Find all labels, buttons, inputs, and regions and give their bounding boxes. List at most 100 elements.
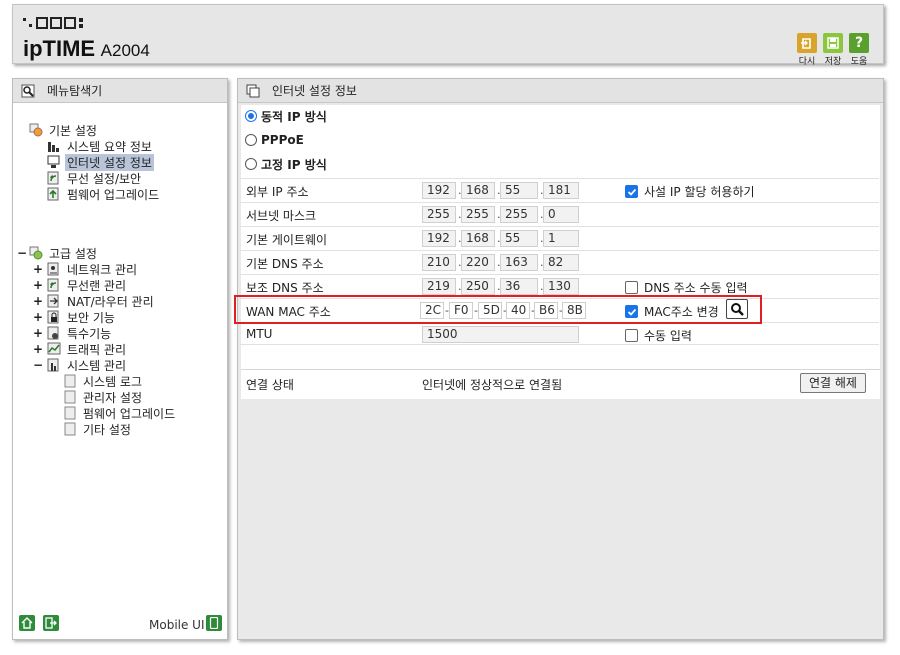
external-ip-octet-3: 55	[500, 182, 538, 199]
row-external-ip: 외부 IP 주소 192 . 168 . 55 . 181 사설 IP 할당 허…	[240, 178, 879, 201]
mac-search-button[interactable]	[726, 299, 748, 319]
gateway-label: 기본 게이트웨이	[246, 233, 328, 247]
radio-pppoe[interactable]	[245, 134, 257, 146]
sidebar-item-label: 무선 설정/보안	[67, 171, 142, 186]
mobile-ui-button[interactable]	[206, 615, 222, 631]
sidebar-item-label: NAT/라우터 관리	[67, 294, 154, 309]
sidebar-item-label: 트래픽 관리	[67, 342, 127, 357]
window-icon	[246, 84, 260, 97]
dns2-octet-4: 130	[543, 278, 579, 295]
checkmark-icon	[627, 188, 636, 196]
subnet-octet-3: 255	[500, 206, 538, 223]
row-primary-dns: 기본 DNS 주소 210 . 220 . 163 . 82	[240, 250, 879, 273]
private-ip-option[interactable]: 사설 IP 할당 허용하기	[625, 183, 755, 200]
private-ip-checkbox[interactable]	[625, 185, 638, 198]
magnifier-icon	[21, 84, 35, 97]
sidebar-item-label: 관리자 설정	[83, 390, 143, 405]
mode-label: 고정 IP 방식	[261, 157, 327, 172]
collapse-icon: −	[17, 246, 28, 260]
sidebar-item-label: 펌웨어 업그레이드	[83, 406, 176, 421]
tree-label-advanced-settings: 고급 설정	[49, 246, 97, 261]
dns1-label: 기본 DNS 주소	[246, 257, 324, 271]
sidebar-item-special-functions[interactable]: + 특수기능	[33, 325, 113, 341]
sidebar-footer: Mobile UI	[13, 611, 227, 639]
folder-gear-icon	[29, 246, 43, 260]
sidebar-item-system-log[interactable]: 시스템 로그	[63, 373, 144, 389]
folder-gear-icon	[29, 123, 43, 137]
undo-icon	[797, 33, 817, 53]
dns-manual-option[interactable]: DNS 주소 수동 입력	[625, 279, 748, 296]
sidebar-item-nat-router[interactable]: + NAT/라우터 관리	[33, 293, 156, 309]
home-button[interactable]	[19, 615, 35, 631]
upgrade-icon	[47, 187, 59, 201]
page-icon	[64, 390, 76, 404]
subnet-octet-1: 255	[422, 206, 456, 223]
mode-label: 동적 IP 방식	[261, 109, 327, 124]
mtu-value: 1500	[422, 326, 579, 343]
sidebar-item-security[interactable]: + 보안 기능	[33, 309, 117, 325]
mode-pppoe[interactable]: PPPoE	[245, 130, 304, 150]
mac-part-3[interactable]: 5D	[478, 302, 502, 319]
mac-part-6[interactable]: 8B	[562, 302, 586, 319]
mtu-manual-option[interactable]: 수동 입력	[625, 327, 692, 344]
mac-part-5[interactable]: B6	[534, 302, 558, 319]
disconnect-button[interactable]: 연결 해제	[800, 373, 866, 393]
radio-static-ip[interactable]	[245, 158, 257, 170]
mac-part-1[interactable]: 2C	[420, 302, 444, 319]
sidebar-item-system-management[interactable]: − 시스템 관리	[33, 357, 128, 373]
internet-settings-panel: 인터넷 설정 정보	[237, 78, 884, 640]
brand-name: ipTIME	[23, 36, 96, 61]
monitor-icon	[47, 155, 60, 168]
row-gateway: 기본 게이트웨이 192 . 168 . 55 . 1	[240, 226, 879, 249]
page-icon	[64, 422, 76, 436]
mac-change-checkbox[interactable]	[625, 305, 638, 318]
private-ip-label: 사설 IP 할당 허용하기	[644, 185, 755, 199]
tree-node-advanced-settings[interactable]: − 고급 설정	[17, 245, 99, 261]
logout-button[interactable]	[43, 615, 59, 631]
mac-part-4[interactable]: 40	[506, 302, 530, 319]
sidebar-item-label: 시스템 로그	[83, 374, 143, 389]
undo-label: 다시	[798, 57, 816, 67]
sidebar-item-wireless-security[interactable]: 무선 설정/보안	[47, 170, 143, 186]
sidebar-item-label: 기타 설정	[83, 422, 131, 437]
mtu-label: MTU	[246, 327, 273, 341]
page-icon	[64, 406, 76, 420]
mode-static-ip[interactable]: 고정 IP 방식	[245, 154, 327, 174]
help-button[interactable]: ? 도움	[846, 33, 872, 67]
mac-change-label: MAC주소 변경	[644, 305, 719, 319]
sidebar-item-label: 특수기능	[67, 326, 112, 341]
subnet-label: 서브넷 마스크	[246, 209, 317, 223]
mac-part-2[interactable]: F0	[449, 302, 473, 319]
logout-icon	[45, 617, 57, 629]
save-button[interactable]: 저장	[820, 33, 846, 67]
external-ip-octet-1: 192	[422, 182, 456, 199]
mac-change-option[interactable]: MAC주소 변경	[625, 303, 719, 320]
gear-icon	[47, 326, 59, 340]
sidebar-item-traffic-management[interactable]: + 트래픽 관리	[33, 341, 128, 357]
mtu-manual-label: 수동 입력	[644, 329, 692, 343]
connection-status-label: 연결 상태	[246, 378, 294, 392]
sidebar-item-internet-settings[interactable]: 인터넷 설정 정보	[47, 153, 154, 171]
save-label: 저장	[824, 57, 842, 67]
help-label: 도움	[850, 57, 868, 67]
sidebar-item-label: 시스템 요약 정보	[67, 139, 152, 154]
sidebar-item-wireless-management[interactable]: + 무선랜 관리	[33, 277, 128, 293]
internet-settings-title: 인터넷 설정 정보	[272, 84, 357, 98]
radio-dynamic-ip[interactable]	[245, 110, 257, 122]
tree-node-basic-settings[interactable]: 기본 설정	[29, 122, 99, 138]
sidebar-item-admin-settings[interactable]: 관리자 설정	[63, 389, 144, 405]
mobile-ui-label: Mobile UI	[149, 618, 205, 632]
sidebar-item-firmware-upgrade-adv[interactable]: 펌웨어 업그레이드	[63, 405, 177, 421]
sidebar-item-system-summary[interactable]: 시스템 요약 정보	[47, 138, 154, 154]
menu-explorer-panel: 메뉴탐색기 기본 설정 시스템 요약 정보 인터넷 설정 정보 무선 설정/보안…	[12, 78, 228, 640]
mtu-manual-checkbox[interactable]	[625, 329, 638, 342]
dns-manual-checkbox[interactable]	[625, 281, 638, 294]
dns1-octet-4: 82	[543, 254, 579, 271]
sidebar-item-network-management[interactable]: + 네트워크 관리	[33, 261, 139, 277]
save-icon	[823, 33, 843, 53]
sidebar-item-firmware-upgrade[interactable]: 펌웨어 업그레이드	[47, 186, 161, 202]
mode-dynamic-ip[interactable]: 동적 IP 방식	[245, 106, 327, 126]
traffic-chart-icon	[47, 342, 61, 355]
sidebar-item-other-settings[interactable]: 기타 설정	[63, 421, 133, 437]
undo-button[interactable]: 다시	[794, 33, 820, 67]
